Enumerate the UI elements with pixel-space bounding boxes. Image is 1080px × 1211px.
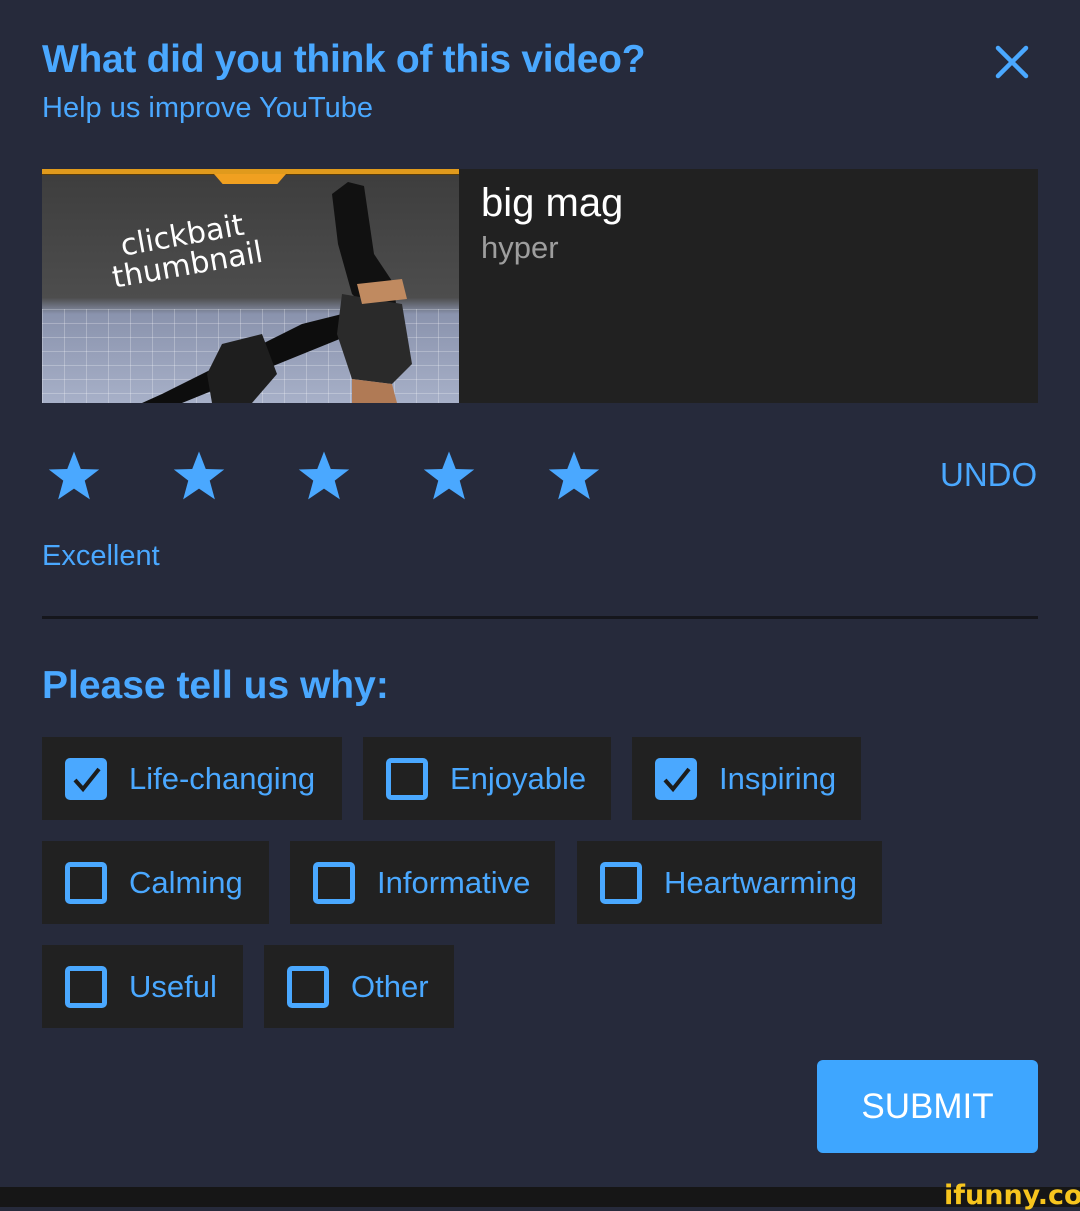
checkbox-inspiring[interactable] (655, 757, 697, 800)
reason-option-other[interactable]: Other (264, 945, 454, 1028)
undo-button[interactable]: UNDO (940, 456, 1037, 494)
star-icon (298, 451, 350, 500)
reason-label: Life-changing (129, 760, 316, 796)
checkbox-heartwarming[interactable] (600, 861, 642, 904)
reason-option-informative[interactable]: Informative (290, 841, 555, 924)
reason-option-useful[interactable]: Useful (42, 945, 243, 1028)
close-icon (995, 45, 1029, 79)
dialog-subtitle: Help us improve YouTube (42, 92, 374, 124)
video-channel: hyper (481, 230, 559, 265)
star-icon (423, 451, 475, 500)
watermark: ifunny.co (944, 1180, 1080, 1211)
reason-option-enjoyable[interactable]: Enjoyable (363, 737, 611, 820)
close-button[interactable] (990, 40, 1034, 84)
star-4-button[interactable] (421, 448, 477, 504)
video-thumbnail: clickbait thumbnail (42, 169, 459, 403)
reason-option-calming[interactable]: Calming (42, 841, 269, 924)
star-3-button[interactable] (296, 448, 352, 504)
checkbox-useful[interactable] (65, 965, 107, 1008)
reason-label: Inspiring (719, 760, 837, 796)
checkmark-icon (73, 767, 101, 792)
reason-label: Useful (129, 968, 217, 1004)
star-icon (548, 451, 600, 500)
video-title: big mag (481, 181, 624, 225)
reason-label: Informative (377, 864, 531, 900)
divider (42, 616, 1038, 619)
reason-label: Calming (129, 864, 243, 900)
checkbox-enjoyable[interactable] (386, 757, 428, 800)
star-rating (46, 448, 671, 504)
checkbox-informative[interactable] (313, 861, 355, 904)
reason-option-inspiring[interactable]: Inspiring (632, 737, 861, 820)
reason-label: Enjoyable (450, 760, 587, 796)
video-card: clickbait thumbnail big mag hyper (42, 169, 1038, 403)
video-info: big mag hyper (459, 169, 623, 403)
checkbox-other[interactable] (287, 965, 329, 1008)
star-1-button[interactable] (46, 448, 102, 504)
reason-option-heartwarming[interactable]: Heartwarming (577, 841, 882, 924)
submit-button[interactable]: SUBMIT (817, 1060, 1038, 1153)
star-2-button[interactable] (171, 448, 227, 504)
reasons-heading: Please tell us why: (42, 664, 389, 707)
checkbox-calming[interactable] (65, 861, 107, 904)
checkbox-life-changing[interactable] (65, 757, 107, 800)
reason-label: Other (351, 968, 429, 1004)
footer-bar (0, 1187, 1080, 1207)
checkmark-icon (663, 767, 691, 792)
reason-label: Heartwarming (664, 864, 857, 900)
star-5-button[interactable] (546, 448, 602, 504)
reason-option-life-changing[interactable]: Life-changing (42, 737, 342, 820)
star-icon (48, 451, 100, 500)
star-icon (173, 451, 225, 500)
rating-label: Excellent (42, 540, 160, 572)
dialog-title: What did you think of this video? (42, 38, 646, 81)
feedback-dialog: What did you think of this video? Help u… (0, 0, 1080, 1187)
